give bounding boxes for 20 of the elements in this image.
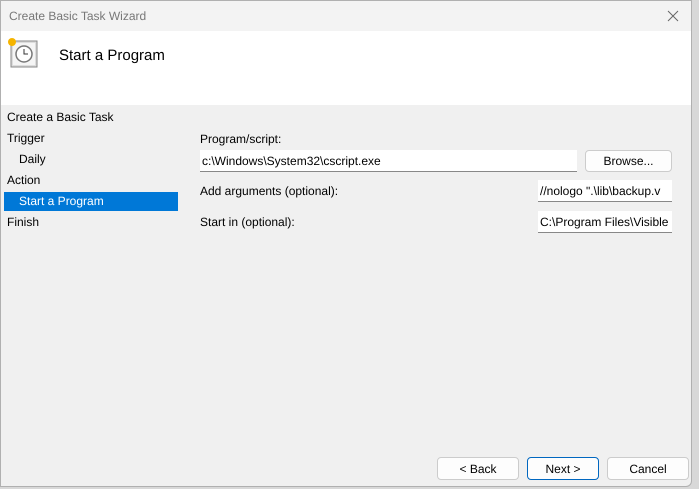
field-label: Start in (optional): — [200, 214, 295, 231]
wizard-step[interactable]: Start a Program — [4, 192, 178, 211]
wizard-step[interactable]: Action — [4, 171, 178, 190]
wizard-step[interactable]: Daily — [4, 150, 178, 169]
input-field[interactable]: c:\Windows\System32\cscript.exe — [200, 150, 577, 172]
window-title: Create Basic Task Wizard — [9, 8, 146, 25]
wizard-button[interactable]: Cancel — [607, 457, 689, 480]
close-icon[interactable] — [667, 10, 679, 22]
clock-icon — [7, 37, 39, 69]
input-field[interactable]: C:\Program Files\Visible — [538, 211, 672, 233]
wizard-button[interactable]: Next > — [527, 457, 599, 480]
browse-button[interactable]: Browse... — [585, 150, 672, 172]
input-field[interactable]: //nologo ".\lib\backup.v — [538, 180, 672, 202]
wizard-step[interactable]: Trigger — [4, 129, 178, 148]
field-label: Program/script: — [200, 131, 282, 148]
wizard-step[interactable]: Create a Basic Task — [4, 108, 178, 127]
wizard-step[interactable]: Finish — [4, 213, 178, 232]
wizard-button[interactable]: < Back — [437, 457, 519, 480]
header-title: Start a Program — [59, 46, 165, 66]
field-label: Add arguments (optional): — [200, 183, 338, 200]
